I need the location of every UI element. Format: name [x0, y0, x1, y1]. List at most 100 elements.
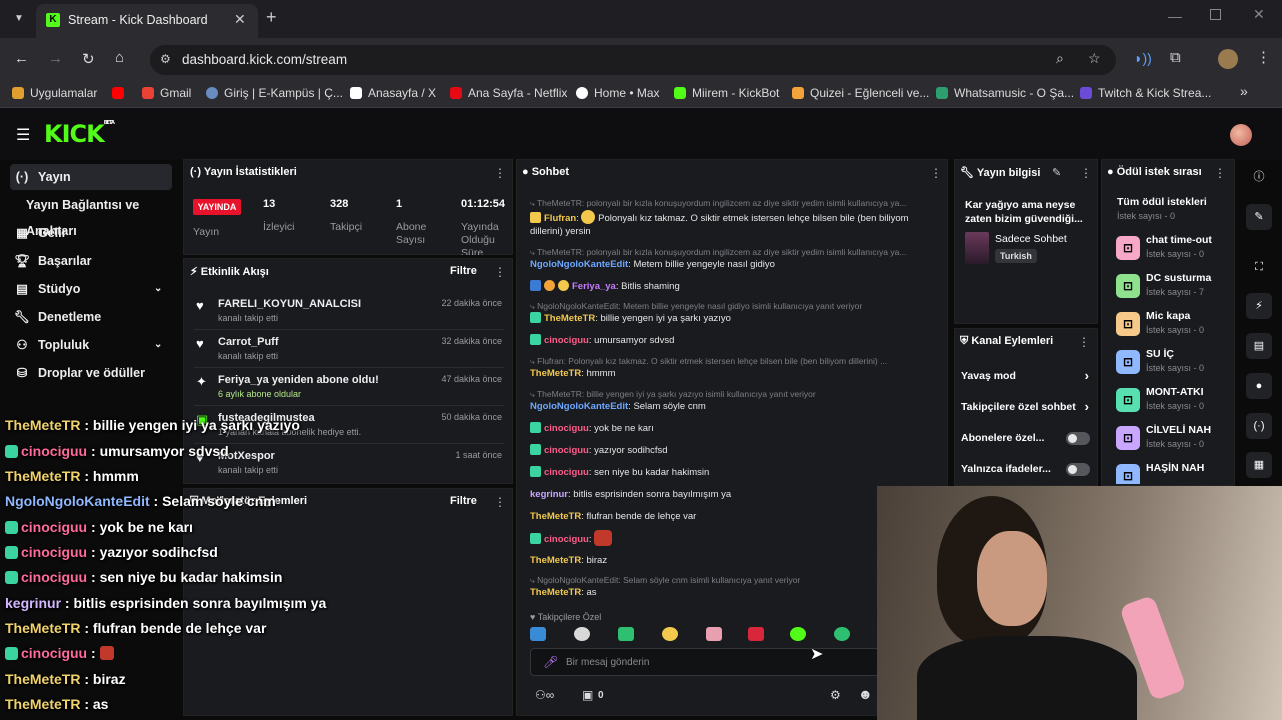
window-restore-icon[interactable] — [1210, 9, 1221, 20]
site-info-icon[interactable]: ⚙ — [160, 52, 171, 66]
scan-icon[interactable]: ⛶ — [1246, 254, 1272, 280]
emote-icon[interactable] — [790, 627, 806, 641]
reward-item[interactable]: ⊡ MONT-ATKI İstek sayısı - 0 — [1116, 384, 1228, 420]
extensions-puzzle-icon[interactable]: ⧉ — [1170, 49, 1181, 66]
extension-audio-icon[interactable]: ◗)) — [1134, 50, 1152, 66]
emote-icon[interactable] — [618, 627, 634, 641]
reward-item[interactable]: ⊡ Mic kapa İstek sayısı - 0 — [1116, 308, 1228, 344]
wrench-icon: 🔧︎ — [14, 310, 30, 324]
reload-icon[interactable]: ↻ — [82, 50, 95, 68]
kick-logo[interactable]: KICKBETA — [44, 120, 115, 148]
sub-badge-icon — [544, 280, 555, 291]
chat-bubble-icon[interactable]: ● — [1246, 373, 1272, 399]
overlay-chat-line: cinociguu : sen niye bu kadar hakimsin — [5, 569, 282, 585]
chat-reply-context: ⤷ TheMeteTR: polonyalı bir kızla konuşuy… — [530, 198, 907, 208]
bookmark-x[interactable]: Anasayfa / X — [350, 86, 436, 100]
emote-picker-icon[interactable]: ☻ — [858, 686, 873, 702]
activity-filter-button[interactable]: Filtre — [450, 265, 477, 277]
bookmark-max[interactable]: Home • Max — [576, 86, 660, 100]
mod-menu-icon[interactable]: ⋮ — [494, 495, 506, 509]
address-bar[interactable]: ⚙ dashboard.kick.com/stream ⌕ ☆ — [150, 45, 1116, 75]
bookmark-quizei[interactable]: Quizei - Eğlenceli ve... — [792, 86, 929, 100]
activity-menu-icon[interactable]: ⋮ — [494, 265, 506, 279]
sidebar-item-topluluk[interactable]: ⚇ Topluluk ⌄ — [10, 332, 172, 358]
bookmark-kickbot[interactable]: Miirem - KickBot — [674, 86, 779, 100]
reward-menu-icon[interactable]: ⋮ — [1214, 166, 1226, 180]
close-tab-icon[interactable]: ✕ — [234, 11, 246, 28]
window-minimize-icon[interactable]: — — [1168, 8, 1182, 24]
new-tab-button[interactable]: + — [266, 7, 277, 28]
reward-item[interactable]: ⊡ DC susturma İstek sayısı - 7 — [1116, 270, 1228, 306]
sidebar-item-basarilar[interactable]: 🏆︎ Başarılar — [10, 248, 172, 274]
stream-info-menu-icon[interactable]: ⋮ — [1080, 166, 1092, 180]
bookmark-twitch-kick[interactable]: Twitch & Kick Strea... — [1080, 86, 1211, 100]
bookmark-gmail[interactable]: Gmail — [142, 86, 191, 100]
bookmark-star-icon[interactable]: ☆ — [1088, 50, 1101, 67]
activity-title: ⚡︎ Etkinlik Akışı — [190, 266, 269, 278]
user-avatar[interactable] — [1230, 124, 1252, 146]
bookmark-whatsamusic[interactable]: Whatsamusic - O Şa... — [936, 86, 1074, 100]
users-infinity-icon[interactable]: ⚇∞ — [535, 688, 554, 702]
followers-only-row[interactable]: Takipçilere özel sohbet › — [961, 399, 1091, 417]
tab-kick-dashboard[interactable]: K Stream - Kick Dashboard ✕ — [36, 4, 258, 38]
back-icon[interactable]: ← — [14, 50, 29, 67]
reward-item[interactable]: ⊡ SU İÇ İstek sayısı - 0 — [1116, 346, 1228, 382]
emote-icon[interactable] — [748, 627, 764, 641]
bookmark-netflix[interactable]: Ana Sayfa - Netflix — [450, 86, 567, 100]
sidebar-item-droplar[interactable]: ⛁ Droplar ve ödüller — [10, 360, 172, 386]
activity-item: ♥ FARELI_KOYUN_ANALCISI kanalı takip etti 2… — [194, 292, 504, 330]
lightning-icon[interactable]: ⚡︎ — [1246, 293, 1272, 319]
window-close-icon[interactable]: ✕ — [1253, 6, 1265, 23]
emote-icon[interactable] — [530, 627, 546, 641]
reward-item[interactable]: ⊡ CİLVELİ NAH İstek sayısı - 0 — [1116, 422, 1228, 458]
zoom-icon[interactable]: ⌕ — [1056, 50, 1064, 67]
revenue-icon: ▦ — [16, 226, 28, 240]
broadcast-icon[interactable]: (·) — [1246, 413, 1272, 439]
shield-icon: ⛨ — [960, 335, 972, 347]
forward-icon[interactable]: → — [48, 50, 63, 67]
chat-settings-icon[interactable]: ⚙ — [830, 688, 841, 702]
edit-icon[interactable]: ✎ — [1052, 166, 1061, 179]
all-rewards-link[interactable]: Tüm ödül istekleri — [1117, 196, 1207, 208]
emote-icon[interactable] — [574, 627, 590, 641]
microphone-icon[interactable]: 🎤︎ — [543, 655, 558, 669]
emote-icon[interactable] — [706, 627, 722, 641]
notes-icon[interactable]: ▤ — [1246, 333, 1272, 359]
chat-menu-icon[interactable]: ⋮ — [930, 166, 942, 180]
stats-menu-icon[interactable]: ⋮ — [494, 166, 506, 180]
channel-actions-menu-icon[interactable]: ⋮ — [1078, 335, 1090, 349]
browser-menu-icon[interactable]: ⋮ — [1256, 48, 1271, 66]
sidebar-item-yayin[interactable]: (·) Yayın — [10, 164, 172, 190]
subs-only-toggle[interactable] — [1066, 432, 1090, 445]
home-icon[interactable]: ⌂ — [115, 49, 124, 66]
emote-icon[interactable] — [662, 627, 678, 641]
whatsamusic-icon — [936, 87, 948, 99]
chat-message: cinociguu: yazıyor sodihcfsd — [530, 444, 940, 457]
slow-mode-row[interactable]: Yavaş mod › — [961, 368, 1091, 386]
chevron-down-icon[interactable]: ⌄ — [154, 276, 162, 302]
bookmark-apps[interactable]: Uygulamalar — [12, 86, 97, 100]
edit-icon[interactable]: ✎ — [1246, 204, 1272, 230]
info-icon[interactable]: ⓘ — [1246, 164, 1272, 190]
sidebar-item-studyo[interactable]: ▤ Stüdyo ⌄ — [10, 276, 172, 302]
bookmark-youtube[interactable] — [112, 86, 130, 100]
reward-item[interactable]: ⊡ chat time-out İstek sayısı - 0 — [1116, 232, 1228, 268]
emote-icon[interactable] — [834, 627, 850, 641]
hamburger-menu-icon[interactable]: ☰ — [16, 125, 30, 145]
sidebar-item-gelir[interactable]: ▦ Gelir — [10, 220, 172, 246]
bookmark-ekampus[interactable]: Giriş | E-Kampüs | Ç... — [206, 86, 343, 100]
chat-input[interactable]: 🎤︎ Bir mesaj gönderin — [530, 648, 930, 676]
heart-icon: ♥ — [530, 612, 538, 622]
sidebar-item-denetleme[interactable]: 🔧︎ Denetleme — [10, 304, 172, 330]
stream-title: Kar yağıyo ama neyse zaten bizim güvendi… — [965, 199, 1083, 225]
tab-list-chevron-icon[interactable]: ▼ — [10, 10, 28, 28]
sidebar-item-stream-key[interactable]: Yayın Bağlantısı ve Anahtarı — [10, 192, 172, 238]
mod-filter-button[interactable]: Filtre — [450, 495, 477, 507]
emotes-only-toggle[interactable] — [1066, 463, 1090, 476]
bookmarks-overflow-icon[interactable]: » — [1240, 83, 1248, 99]
reward-item[interactable]: ⊡ HAŞİN NAH — [1116, 460, 1228, 484]
profile-avatar-icon[interactable] — [1218, 49, 1238, 69]
chevron-down-icon[interactable]: ⌄ — [154, 332, 162, 358]
layout-icon[interactable]: ▦ — [1246, 452, 1272, 478]
gift-icon[interactable]: ▣ — [582, 688, 593, 702]
